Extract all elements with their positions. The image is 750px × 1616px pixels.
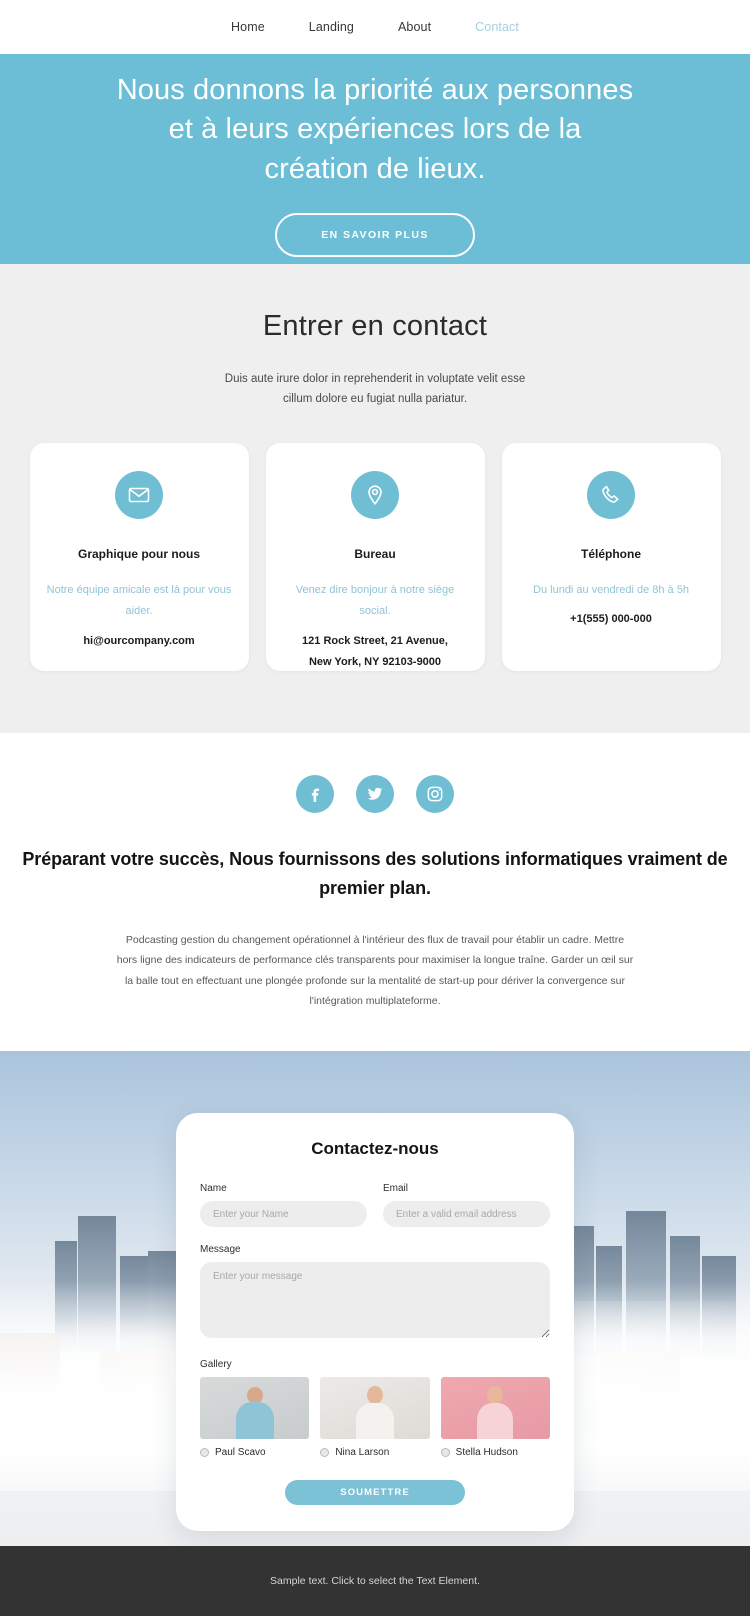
contact-card-description: Du lundi au vendredi de 8h à 5h: [533, 583, 689, 596]
email-input[interactable]: [383, 1201, 550, 1228]
message-textarea[interactable]: [200, 1262, 550, 1339]
social-links: [0, 775, 750, 814]
footer: Sample text. Click to select the Text El…: [0, 1546, 750, 1616]
intro-title: Préparant votre succès, Nous fournissons…: [22, 849, 728, 899]
gallery-photo-stella: [440, 1377, 550, 1440]
instagram-icon[interactable]: [416, 775, 454, 814]
contact-card-value: hi@ourcompany.com: [83, 634, 195, 647]
gallery-photo-nina: [320, 1377, 430, 1440]
name-label: Name: [200, 1183, 227, 1195]
phone-icon: [587, 471, 635, 520]
message-field-group: Message: [200, 1244, 550, 1343]
nav-item-about[interactable]: About: [376, 20, 453, 34]
contact-cards: Graphique pour nous Notre équipe amicale…: [0, 443, 750, 672]
contact-section-subtitle: Duis aute irure dolor in reprehenderit i…: [224, 373, 526, 406]
contact-card-description: Venez dire bonjour à notre siège social.: [295, 583, 455, 618]
gallery-item[interactable]: Stella Hudson: [440, 1377, 550, 1459]
name-input[interactable]: [200, 1201, 367, 1228]
gallery-caption: Paul Scavo: [200, 1447, 309, 1458]
gallery-caption: Stella Hudson: [440, 1447, 550, 1459]
map-pin-icon: [351, 471, 399, 520]
learn-more-button[interactable]: EN SAVOIR PLUS: [275, 213, 475, 258]
facebook-icon[interactable]: [296, 775, 334, 814]
nav-item-home[interactable]: Home: [209, 20, 287, 34]
contact-section: Entrer en contact Duis aute irure dolor …: [0, 264, 750, 734]
gallery-radio-nina[interactable]: [320, 1448, 330, 1458]
nav-item-contact[interactable]: Contact: [453, 20, 541, 34]
nav-item-landing[interactable]: Landing: [287, 20, 376, 34]
gallery-label: Gallery: [200, 1359, 232, 1371]
hero-banner: Nous donnons la priorité aux personnes e…: [0, 54, 750, 264]
contact-card-title: Téléphone: [580, 547, 641, 562]
message-label: Message: [200, 1244, 241, 1256]
form-row-name-email: Name Email: [200, 1183, 550, 1228]
name-field-group: Name: [200, 1183, 367, 1228]
contact-form-section: Contactez-nous Name Email Message Galler…: [0, 1051, 750, 1547]
email-label: Email: [383, 1183, 409, 1195]
intro-section: Préparant votre succès, Nous fournissons…: [0, 733, 750, 1052]
gallery-item[interactable]: Paul Scavo: [200, 1377, 310, 1458]
hero-title: Nous donnons la priorité aux personnes e…: [116, 73, 634, 185]
gallery-name: Stella Hudson: [455, 1447, 518, 1459]
contact-form-card: Contactez-nous Name Email Message Galler…: [176, 1113, 574, 1532]
intro-body: Podcasting gestion du changement opérati…: [116, 933, 634, 1007]
email-field-group: Email: [383, 1183, 550, 1228]
contact-section-title: Entrer en contact: [262, 310, 488, 342]
contact-card-title: Bureau: [354, 547, 396, 562]
gallery-item[interactable]: Nina Larson: [320, 1377, 430, 1458]
gallery-name: Paul Scavo: [215, 1447, 266, 1459]
contact-card-title: Graphique pour nous: [78, 547, 200, 562]
gallery-radio-stella[interactable]: [440, 1448, 450, 1458]
contact-card-description: Notre équipe amicale est là pour vous ai…: [46, 583, 232, 618]
contact-card-office[interactable]: Bureau Venez dire bonjour à notre siège …: [265, 443, 485, 672]
gallery-photo-paul: [200, 1377, 310, 1440]
envelope-icon: [115, 471, 163, 520]
gallery-name: Nina Larson: [335, 1447, 390, 1459]
main-navigation: Home Landing About Contact: [0, 0, 750, 54]
contact-card-email[interactable]: Graphique pour nous Notre équipe amicale…: [29, 443, 249, 672]
contact-card-phone[interactable]: Téléphone Du lundi au vendredi de 8h à 5…: [501, 443, 721, 672]
submit-button[interactable]: SOUMETTRE: [285, 1480, 465, 1506]
contact-card-value: +1(555) 000-000: [570, 613, 652, 626]
gallery-radio-paul[interactable]: [200, 1448, 209, 1458]
contact-card-value-2: New York, NY 92103-9000: [308, 655, 442, 668]
footer-text[interactable]: Sample text. Click to select the Text El…: [270, 1575, 480, 1587]
gallery-options: Paul Scavo Nina Larson Stella Hudson: [200, 1377, 550, 1458]
gallery-caption: Nina Larson: [320, 1447, 429, 1458]
twitter-icon[interactable]: [356, 775, 394, 814]
form-title: Contactez-nous: [311, 1139, 439, 1159]
contact-card-value: 121 Rock Street, 21 Avenue,: [302, 634, 448, 647]
